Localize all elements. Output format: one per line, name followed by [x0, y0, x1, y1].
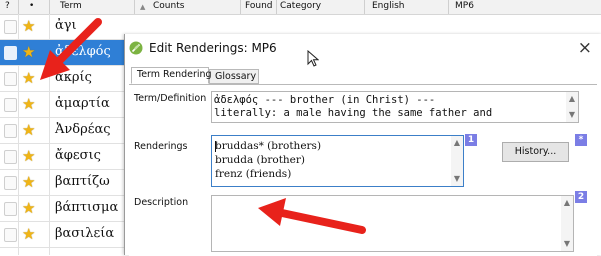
star-icon[interactable]: ★ [22, 173, 35, 191]
scroll-up-icon[interactable]: ▲ [567, 94, 577, 104]
star-icon[interactable]: ★ [22, 43, 35, 61]
rendering-line: brudda (brother) [215, 154, 306, 166]
term-cell: βάπτισμα [55, 200, 119, 215]
row-status-box[interactable] [4, 20, 17, 34]
table-row[interactable]: ★ βαπτίζω [0, 170, 124, 196]
scroll-down-icon[interactable]: ▼ [562, 239, 572, 249]
dialog-titlebar[interactable]: Edit Renderings: MP6 × [125, 34, 601, 64]
term-cell: ἁμαρτία [55, 96, 110, 111]
definition-line: literally: a male having the same father… [214, 107, 493, 119]
star-icon[interactable]: ★ [22, 199, 35, 217]
star-icon[interactable]: ★ [22, 225, 35, 243]
edit-renderings-dialog: Edit Renderings: MP6 × Term Rendering Gl… [124, 34, 601, 256]
app-leaf-icon [129, 41, 143, 55]
term-cell: ἄφεσις [55, 148, 101, 163]
description-scrollbar[interactable]: ▲ ▼ [561, 196, 573, 251]
col-header-star[interactable]: • [29, 1, 34, 11]
term-cell: ἀγι [55, 18, 77, 33]
renderings-field[interactable]: bruddas* (brothers) brudda (brother) fre… [211, 135, 464, 187]
col-header-english[interactable]: English [372, 1, 405, 11]
renderings-label: Renderings [134, 141, 188, 152]
renderings-scrollbar[interactable]: ▲ ▼ [451, 136, 463, 186]
description-badge: 2 [575, 191, 587, 203]
definition-line: ἀδελφός --- brother (in Christ) --- [214, 94, 436, 106]
term-cell: ἀδελφός [55, 44, 111, 59]
mouse-cursor-icon [307, 50, 319, 67]
grid-header: ? • Term ▲ Counts Found Category English… [0, 0, 601, 15]
row-status-box[interactable] [4, 150, 17, 164]
description-label: Description [134, 197, 189, 208]
col-header-found[interactable]: Found [245, 1, 272, 11]
term-cell: βασιλεία [55, 226, 115, 241]
table-row[interactable]: ★ Ἀνδρέας [0, 118, 124, 144]
tab-glossary[interactable]: Glossary [209, 69, 259, 84]
star-icon[interactable]: ★ [22, 69, 35, 87]
row-status-box[interactable] [4, 72, 17, 86]
scroll-up-icon[interactable]: ▲ [562, 198, 572, 208]
dialog-title: Edit Renderings: MP6 [149, 41, 277, 55]
description-field[interactable]: ▲ ▼ [211, 195, 574, 252]
scroll-down-icon[interactable]: ▼ [567, 110, 577, 120]
renderings-badge: 1 [465, 134, 477, 146]
scroll-down-icon[interactable]: ▼ [452, 174, 462, 184]
star-icon[interactable]: ★ [22, 17, 35, 35]
row-status-box[interactable] [4, 46, 17, 60]
term-definition-label: Term/Definition [134, 93, 207, 104]
col-header-term[interactable]: Term [60, 1, 82, 11]
table-row[interactable]: ★ βάπτισμα [0, 196, 124, 222]
term-cell: ἀκρίς [55, 70, 92, 85]
table-row[interactable]: ★ ἀκρίς [0, 66, 124, 92]
row-status-box[interactable] [4, 202, 17, 216]
sort-up-icon: ▲ [140, 3, 146, 11]
row-status-box[interactable] [4, 98, 17, 112]
col-header-status[interactable]: ? [5, 1, 10, 11]
table-row[interactable]: ★ ἀγι [0, 14, 124, 40]
term-rendering-panel: Term/Definition ἀδελφός --- brother (in … [129, 84, 597, 256]
term-definition-field[interactable]: ἀδελφός --- brother (in Christ) --- lite… [211, 91, 579, 123]
rendering-line: frenz (friends) [215, 168, 292, 180]
close-icon[interactable]: × [578, 38, 592, 58]
table-row[interactable]: ★ ἄφεσις [0, 144, 124, 170]
row-status-box[interactable] [4, 124, 17, 138]
scroll-up-icon[interactable]: ▲ [452, 138, 462, 148]
definition-scrollbar[interactable]: ▲ ▼ [566, 92, 578, 122]
row-status-box[interactable] [4, 176, 17, 190]
tab-term-rendering[interactable]: Term Rendering [131, 67, 212, 84]
row-status-box[interactable] [4, 228, 17, 242]
col-header-counts[interactable]: Counts [153, 1, 184, 11]
table-row[interactable]: ★ βασιλεία [0, 222, 124, 248]
history-button[interactable]: History... [502, 142, 569, 162]
table-row[interactable]: ★ ἁμαρτία [0, 92, 124, 118]
table-row-selected[interactable]: ★ ἀδελφός [0, 40, 124, 66]
history-badge: * [575, 134, 587, 146]
star-icon[interactable]: ★ [22, 95, 35, 113]
col-header-mp6[interactable]: MP6 [455, 1, 474, 11]
rendering-line: bruddas* (brothers) [215, 140, 322, 152]
col-header-category[interactable]: Category [280, 1, 321, 11]
term-cell: βαπτίζω [55, 174, 110, 189]
star-icon[interactable]: ★ [22, 147, 35, 165]
term-cell: Ἀνδρέας [55, 122, 111, 137]
star-icon[interactable]: ★ [22, 121, 35, 139]
